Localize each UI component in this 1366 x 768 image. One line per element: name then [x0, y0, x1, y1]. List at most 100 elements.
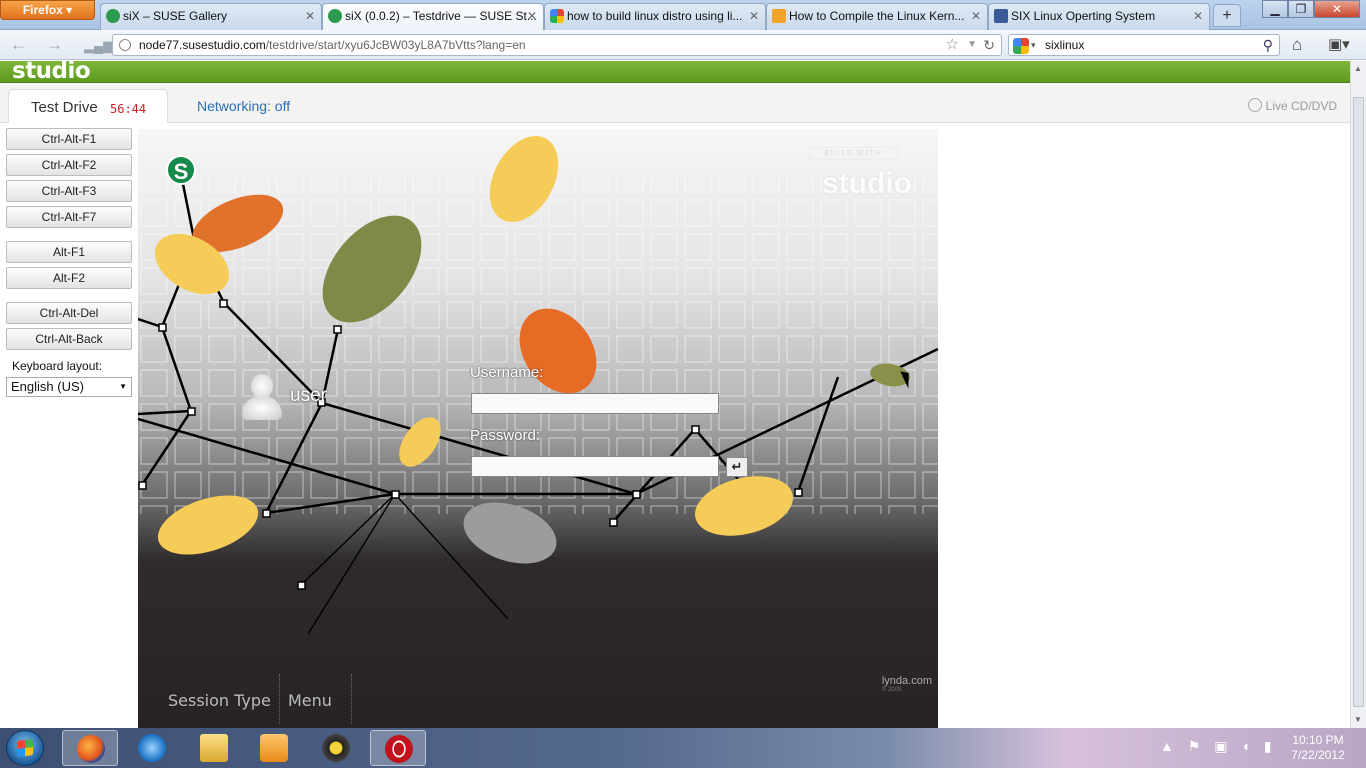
studio-logo[interactable]: studio: [12, 61, 91, 84]
windows-taskbar: ▲ ⚑ ▣ ◖ ▮ 10:10 PM 7/22/2012: [0, 728, 1366, 768]
google-favicon-icon: [550, 9, 564, 23]
taskbar-media-player[interactable]: [246, 730, 302, 766]
address-bar[interactable]: node77.susestudio.com/testdrive/start/xy…: [112, 34, 1002, 56]
url-path: /testdrive/start/xyu6JcBW03yL8A7bVtts?la…: [265, 38, 526, 52]
user-avatar-icon[interactable]: [242, 374, 282, 420]
studio-header-bar: studio: [0, 61, 1350, 84]
keyboard-layout-label: Keyboard layout:: [12, 359, 103, 373]
live-cd-label: Live CD/DVD: [1265, 99, 1337, 113]
search-icon[interactable]: ⚲: [1263, 35, 1273, 55]
ctrl-alt-del-button[interactable]: Ctrl-Alt-Del: [6, 302, 132, 324]
internet-explorer-icon: [138, 734, 166, 762]
testdrive-toolbar: Test Drive 56:44 Networking: off Live CD…: [0, 83, 1350, 123]
bookmark-star-icon[interactable]: ☆: [946, 35, 959, 55]
tab-label: How to Compile the Linux Kern...: [789, 9, 965, 23]
vertical-scrollbar[interactable]: ▲ ▼: [1350, 61, 1366, 728]
divider: [279, 674, 280, 724]
tab-label: siX (0.0.2) – Testdrive — SUSE St...: [345, 9, 537, 23]
tab-six-linux-facebook[interactable]: SIX Linux Operting System ✕: [988, 3, 1210, 30]
tab-how-to-build-linux-distro[interactable]: how to build linux distro using li... ✕: [544, 3, 766, 30]
tab-six-suse-gallery[interactable]: siX – SUSE Gallery ✕: [100, 3, 322, 30]
session-type-button[interactable]: Session Type: [168, 691, 271, 710]
lynda-watermark: lynda.com © 2009: [882, 675, 932, 693]
firefox-icon: [77, 735, 105, 763]
username-label: Username:: [470, 364, 544, 381]
username-field[interactable]: [471, 393, 719, 414]
scroll-up-icon[interactable]: ▲: [1354, 64, 1362, 73]
session-timer: 56:44: [110, 102, 147, 116]
clock-time: 10:10 PM: [1292, 733, 1344, 747]
minimize-icon[interactable]: ▁: [1262, 0, 1288, 18]
forward-arrow-icon[interactable]: →: [46, 35, 63, 55]
search-input[interactable]: ▾ sixlinux ⚲: [1008, 34, 1280, 56]
password-field[interactable]: [471, 456, 719, 477]
firefox-menu-label: Firefox: [22, 3, 63, 17]
keyboard-layout-value: English (US): [11, 379, 84, 394]
reload-icon[interactable]: ↻: [983, 35, 995, 55]
keyboard-layout-select[interactable]: English (US) ▼: [6, 377, 132, 397]
tab-how-to-compile-linux-kernel[interactable]: How to Compile the Linux Kern... ✕: [766, 3, 988, 30]
url-history-dropdown-icon[interactable]: ▼: [967, 35, 977, 55]
system-clock[interactable]: 10:10 PM 7/22/2012: [1282, 733, 1354, 763]
scroll-thumb[interactable]: [1353, 97, 1364, 707]
ctrl-alt-f2-button[interactable]: Ctrl-Alt-F2: [6, 154, 132, 176]
close-tab-icon[interactable]: ✕: [305, 4, 315, 28]
taskbar-firefox[interactable]: [62, 730, 118, 766]
test-drive-label: Test Drive: [31, 99, 98, 116]
user-list-item[interactable]: user: [290, 385, 327, 407]
ctrl-alt-f7-button[interactable]: Ctrl-Alt-F7: [6, 206, 132, 228]
volume-icon[interactable]: ◖: [1241, 738, 1249, 754]
disc-icon: [1247, 98, 1262, 112]
windows-logo-icon: [17, 739, 33, 757]
maximize-icon[interactable]: ❐: [1288, 0, 1314, 18]
blogger-favicon-icon: [772, 9, 786, 23]
built-with-label: BUILT WITH: [808, 147, 898, 160]
battery-icon[interactable]: ▮: [1264, 738, 1272, 754]
live-cd-link[interactable]: Live CD/DVD: [1247, 98, 1337, 113]
taskbar-internet-explorer[interactable]: [124, 730, 180, 766]
back-arrow-icon[interactable]: ←: [10, 35, 27, 55]
firefox-menu-button[interactable]: Firefox ▾: [0, 0, 95, 20]
new-tab-button[interactable]: +: [1213, 4, 1241, 27]
bookmarks-menu-icon[interactable]: ▣▾: [1328, 35, 1350, 53]
chevron-down-icon: ▼: [119, 382, 127, 391]
ctrl-alt-f1-button[interactable]: Ctrl-Alt-F1: [6, 128, 132, 150]
network-icon[interactable]: ▣: [1214, 738, 1227, 754]
ctrl-alt-f3-button[interactable]: Ctrl-Alt-F3: [6, 180, 132, 202]
suse-favicon-icon: [328, 9, 342, 23]
vm-login-screen[interactable]: S BUILT WITH studio user Username: Passw…: [138, 129, 938, 728]
start-button[interactable]: [6, 730, 44, 766]
alt-f1-button[interactable]: Alt-F1: [6, 241, 132, 263]
taskbar-explorer[interactable]: [186, 730, 242, 766]
google-search-engine-icon[interactable]: [1013, 38, 1029, 54]
close-tab-icon[interactable]: ✕: [749, 4, 759, 28]
suse-s-logo: S: [166, 155, 196, 185]
alt-f2-button[interactable]: Alt-F2: [6, 267, 132, 289]
networking-toggle-link[interactable]: Networking: off: [197, 98, 290, 114]
vm-menu-button[interactable]: Menu: [288, 691, 332, 710]
signal-bars-icon: ▂▄▆: [84, 38, 114, 53]
show-hidden-icons-icon[interactable]: ▲: [1160, 738, 1174, 754]
media-player-icon: [260, 734, 288, 762]
home-icon[interactable]: ⌂: [1292, 35, 1302, 55]
web-viewport: studio Test Drive 56:44 Networking: off …: [0, 61, 1350, 728]
taskbar-opera[interactable]: [370, 730, 426, 766]
window-close-icon[interactable]: ✕: [1314, 0, 1360, 18]
ctrl-alt-back-button[interactable]: Ctrl-Alt-Back: [6, 328, 132, 350]
lynda-label: lynda.com: [881, 675, 932, 687]
tab-test-drive[interactable]: Test Drive 56:44: [8, 89, 168, 123]
tab-six-testdrive[interactable]: siX (0.0.2) – Testdrive — SUSE St... ✕: [322, 3, 544, 30]
scroll-down-icon[interactable]: ▼: [1354, 715, 1362, 724]
action-center-flag-icon[interactable]: ⚑: [1188, 738, 1201, 754]
system-tray: ▲ ⚑ ▣ ◖ ▮: [1160, 738, 1281, 755]
studio-watermark: studio: [822, 167, 912, 200]
tab-label: siX – SUSE Gallery: [123, 9, 228, 23]
close-tab-icon[interactable]: ✕: [971, 4, 981, 28]
close-tab-icon[interactable]: ✕: [527, 4, 537, 28]
close-tab-icon[interactable]: ✕: [1193, 4, 1203, 28]
login-submit-button[interactable]: ↵: [726, 457, 748, 477]
opera-icon: [385, 735, 413, 763]
taskbar-media-app[interactable]: [308, 730, 364, 766]
search-engine-dropdown-icon[interactable]: ▾: [1031, 35, 1036, 55]
password-label: Password:: [470, 427, 541, 444]
